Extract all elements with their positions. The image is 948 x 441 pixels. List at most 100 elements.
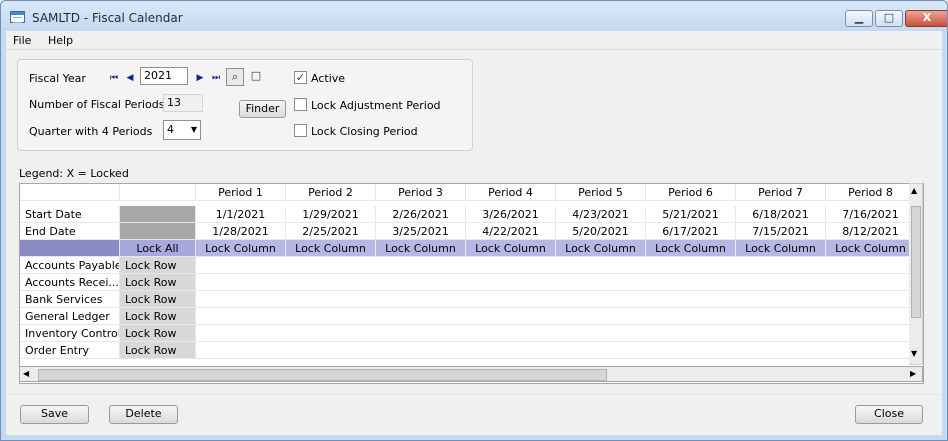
active-checkbox[interactable]: ✓ [294, 71, 307, 84]
period-header: Period 5 [556, 184, 646, 201]
last-icon[interactable]: ⏭ [211, 72, 221, 84]
row-label-bank-services: Bank Services [20, 291, 120, 308]
minimize-button[interactable]: ▁ [845, 10, 873, 27]
lock-row-header-blank [20, 240, 120, 257]
table-row[interactable] [196, 274, 916, 291]
scroll-right-icon[interactable]: ▶ [910, 369, 916, 378]
start-date-lock-cell [120, 206, 196, 223]
period-header: Period 7 [736, 184, 826, 201]
period-header: Period 8 [826, 184, 916, 201]
lock-row-button[interactable]: Lock Row [120, 257, 196, 274]
title-bar: SAMLTD - Fiscal Calendar ▁ □ X [1, 1, 947, 31]
period-header: Period 4 [466, 184, 556, 201]
period-header: Period 2 [286, 184, 376, 201]
lock-column-button[interactable]: Lock Column [286, 240, 376, 257]
table-row[interactable] [196, 257, 916, 274]
end-date-cell[interactable]: 3/25/2021 [376, 223, 466, 240]
next-icon[interactable]: ▶ [195, 72, 205, 84]
lock-closing-checkbox[interactable] [294, 124, 307, 137]
scroll-left-icon[interactable]: ◀ [23, 369, 29, 378]
row-label-general-ledger: General Ledger [20, 308, 120, 325]
search-icon[interactable]: ⌕ [226, 68, 244, 86]
menu-bar: File Help [6, 31, 942, 50]
period-header: Period 3 [376, 184, 466, 201]
table-row[interactable] [196, 308, 916, 325]
finder-button[interactable]: Finder [239, 100, 286, 118]
lock-column-button[interactable]: Lock Column [376, 240, 466, 257]
lock-all-button[interactable]: Lock All [120, 240, 196, 257]
row-label-accounts-payable: Accounts Payable [20, 257, 120, 274]
lock-column-button[interactable]: Lock Column [826, 240, 916, 257]
start-date-cell[interactable]: 5/21/2021 [646, 206, 736, 223]
lock-row-button[interactable]: Lock Row [120, 308, 196, 325]
start-date-cell[interactable]: 7/16/2021 [826, 206, 916, 223]
lock-column-button[interactable]: Lock Column [196, 240, 286, 257]
number-of-periods-field: 13 [163, 94, 203, 112]
grid-corner [20, 184, 120, 201]
start-date-cell[interactable]: 4/23/2021 [556, 206, 646, 223]
end-date-cell[interactable]: 7/15/2021 [736, 223, 826, 240]
fiscal-period-grid: Period 1 Period 2 Period 3 Period 4 Peri… [19, 183, 924, 384]
end-date-cell[interactable]: 6/17/2021 [646, 223, 736, 240]
fiscal-year-input[interactable]: 2021 [140, 67, 188, 85]
quarter-value: 4 [167, 123, 174, 136]
lock-row-button[interactable]: Lock Row [120, 342, 196, 359]
vertical-scrollbar[interactable]: ▲ ▼ [909, 183, 923, 365]
grid-corner-2 [120, 184, 196, 201]
lock-row-button[interactable]: Lock Row [120, 291, 196, 308]
delete-button[interactable]: Delete [109, 405, 178, 424]
lock-column-button[interactable]: Lock Column [556, 240, 646, 257]
start-date-cell[interactable]: 1/1/2021 [196, 206, 286, 223]
end-date-cell[interactable]: 8/12/2021 [826, 223, 916, 240]
quarter-dropdown[interactable]: 4 ▼ [163, 120, 201, 140]
row-label-inventory-control: Inventory Control [20, 325, 120, 342]
menu-file[interactable]: File [13, 34, 31, 47]
app-icon [10, 11, 25, 23]
save-button[interactable]: Save [20, 405, 89, 424]
scroll-down-icon[interactable]: ▼ [911, 349, 917, 358]
end-date-label: End Date [20, 223, 120, 240]
table-row[interactable] [196, 291, 916, 308]
chevron-down-icon: ▼ [190, 125, 197, 134]
client-area: File Help Fiscal Year ⏮ ◀ 2021 ▶ ⏭ ⌕ □ N… [6, 31, 942, 435]
lock-closing-label: Lock Closing Period [311, 125, 418, 138]
fiscal-year-label: Fiscal Year [29, 72, 86, 85]
lock-column-button[interactable]: Lock Column [646, 240, 736, 257]
menu-help[interactable]: Help [48, 34, 73, 47]
lock-column-button[interactable]: Lock Column [466, 240, 556, 257]
previous-icon[interactable]: ◀ [125, 72, 135, 84]
vertical-scroll-thumb[interactable] [911, 206, 921, 318]
start-date-cell[interactable]: 2/26/2021 [376, 206, 466, 223]
close-button[interactable]: Close [855, 405, 923, 424]
active-label: Active [311, 72, 346, 85]
lock-column-button[interactable]: Lock Column [736, 240, 826, 257]
end-date-cell[interactable]: 2/25/2021 [286, 223, 376, 240]
start-date-label: Start Date [20, 206, 120, 223]
row-label-accounts-receivable: Accounts Recei... [20, 274, 120, 291]
horizontal-scroll-thumb[interactable] [38, 369, 607, 381]
footer-divider [6, 394, 942, 395]
horizontal-scrollbar[interactable]: ◀ ▶ [19, 366, 923, 382]
legend-text: Legend: X = Locked [19, 167, 129, 180]
scroll-up-icon[interactable]: ▲ [911, 186, 917, 195]
lock-row-button[interactable]: Lock Row [120, 325, 196, 342]
lock-adjustment-checkbox[interactable] [294, 98, 307, 111]
table-row[interactable] [196, 325, 916, 342]
quarter-label: Quarter with 4 Periods [29, 125, 153, 138]
end-date-lock-cell [120, 223, 196, 240]
end-date-cell[interactable]: 1/28/2021 [196, 223, 286, 240]
start-date-cell[interactable]: 3/26/2021 [466, 206, 556, 223]
lock-row-button[interactable]: Lock Row [120, 274, 196, 291]
table-row[interactable] [196, 342, 916, 359]
start-date-cell[interactable]: 6/18/2021 [736, 206, 826, 223]
period-header: Period 1 [196, 184, 286, 201]
first-icon[interactable]: ⏮ [109, 72, 119, 84]
start-date-cell[interactable]: 1/29/2021 [286, 206, 376, 223]
end-date-cell[interactable]: 4/22/2021 [466, 223, 556, 240]
maximize-button[interactable]: □ [875, 10, 903, 27]
end-date-cell[interactable]: 5/20/2021 [556, 223, 646, 240]
new-document-icon[interactable]: □ [247, 68, 265, 86]
period-header: Period 6 [646, 184, 736, 201]
close-window-button[interactable]: X [905, 10, 947, 27]
lock-adjustment-label: Lock Adjustment Period [311, 99, 441, 112]
